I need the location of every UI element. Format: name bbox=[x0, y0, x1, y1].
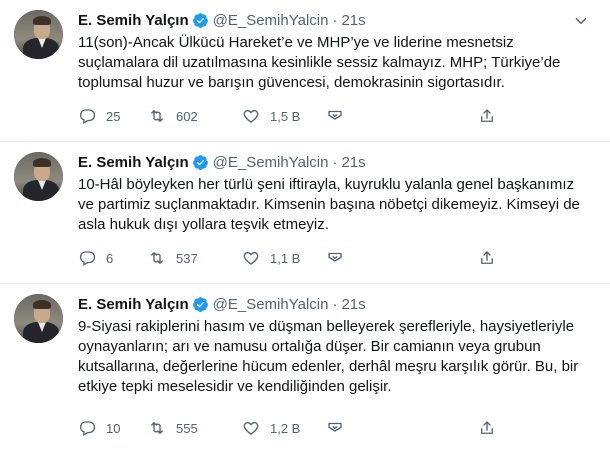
share-button[interactable] bbox=[326, 106, 344, 126]
timestamp[interactable]: 21s bbox=[341, 296, 365, 313]
tweet-feed: E. Semih Yalçın @E_SemihYalcin · 21s 11(… bbox=[0, 0, 610, 454]
reply-count: 25 bbox=[106, 108, 121, 124]
tweet[interactable]: E. Semih Yalçın @E_SemihYalcin · 21s 10-… bbox=[0, 142, 610, 284]
timestamp[interactable]: 21s bbox=[341, 154, 365, 171]
display-name[interactable]: E. Semih Yalçın bbox=[78, 12, 189, 29]
tweet[interactable]: E. Semih Yalçın @E_SemihYalcin · 21s 11(… bbox=[0, 0, 610, 142]
share-button[interactable] bbox=[326, 418, 344, 438]
retweet-icon bbox=[151, 422, 163, 434]
separator-dot: · bbox=[332, 295, 338, 313]
tweet-actions: 25 602 1,5 B bbox=[78, 106, 592, 126]
tweet-text: 11(son)-Ancak Ülkücü Hareket’e ve MHP’ye… bbox=[78, 34, 561, 91]
reply-count: 6 bbox=[106, 250, 114, 266]
reply-button[interactable]: 25 bbox=[78, 106, 120, 126]
username[interactable]: @E_SemihYalcin bbox=[213, 154, 329, 171]
tweet-header: E. Semih Yalçın @E_SemihYalcin · 21s bbox=[78, 152, 592, 172]
tweet-text: 10-Hâl böyleyken her türlü şeni iftirayl… bbox=[78, 176, 580, 233]
verified-badge-icon bbox=[192, 296, 208, 312]
retweet-button[interactable]: 602 bbox=[148, 106, 198, 126]
username[interactable]: @E_SemihYalcin bbox=[213, 296, 329, 313]
heart-icon bbox=[243, 421, 259, 435]
upload-button[interactable] bbox=[478, 106, 496, 126]
share-button[interactable] bbox=[326, 248, 344, 268]
like-count: 1,1 B bbox=[270, 250, 301, 266]
upload-button[interactable] bbox=[478, 248, 496, 268]
display-name[interactable]: E. Semih Yalçın bbox=[78, 296, 189, 313]
retweet-count: 555 bbox=[176, 420, 198, 436]
tweet-header: E. Semih Yalçın @E_SemihYalcin · 21s bbox=[78, 10, 592, 30]
reply-button[interactable]: 6 bbox=[78, 248, 113, 268]
upload-button[interactable] bbox=[478, 418, 496, 438]
reply-icon bbox=[79, 109, 96, 124]
retweet-icon bbox=[151, 110, 163, 122]
retweet-button[interactable]: 537 bbox=[148, 248, 198, 268]
retweet-count: 537 bbox=[176, 250, 198, 266]
tweet-header: E. Semih Yalçın @E_SemihYalcin · 21s bbox=[78, 294, 592, 314]
timestamp[interactable]: 21s bbox=[341, 12, 365, 29]
reply-button[interactable]: 10 bbox=[78, 418, 120, 438]
upload-icon bbox=[481, 109, 493, 122]
upload-icon bbox=[481, 421, 493, 434]
retweet-button[interactable]: 555 bbox=[148, 418, 198, 438]
like-button[interactable]: 1,5 B bbox=[242, 106, 300, 126]
tweet-actions: 6 537 1,1 B bbox=[78, 248, 592, 268]
like-count: 1,2 B bbox=[270, 420, 301, 436]
share-icon bbox=[328, 252, 342, 262]
like-button[interactable]: 1,2 B bbox=[242, 418, 300, 438]
reply-icon bbox=[79, 251, 96, 266]
separator-dot: · bbox=[332, 153, 338, 171]
tweet-actions: 10 555 1,2 B bbox=[78, 418, 592, 438]
verified-badge-icon bbox=[192, 12, 208, 28]
share-icon bbox=[328, 110, 342, 120]
like-count: 1,5 B bbox=[270, 108, 301, 124]
upload-icon bbox=[481, 251, 493, 264]
tweet-text: 9-Siyasi rakiplerini hasım ve düşman bel… bbox=[78, 318, 579, 395]
reply-icon bbox=[79, 421, 96, 436]
display-name[interactable]: E. Semih Yalçın bbox=[78, 154, 189, 171]
retweet-count: 602 bbox=[176, 108, 198, 124]
verified-badge-icon bbox=[192, 154, 208, 170]
avatar[interactable] bbox=[14, 294, 63, 343]
separator-dot: · bbox=[332, 11, 338, 29]
retweet-icon bbox=[151, 252, 163, 264]
avatar[interactable] bbox=[14, 152, 63, 201]
avatar[interactable] bbox=[14, 10, 63, 59]
share-icon bbox=[328, 422, 342, 432]
tweet[interactable]: E. Semih Yalçın @E_SemihYalcin · 21s 9-S… bbox=[0, 284, 610, 454]
username[interactable]: @E_SemihYalcin bbox=[213, 12, 329, 29]
chevron-down-icon[interactable] bbox=[572, 12, 590, 30]
reply-count: 10 bbox=[106, 420, 121, 436]
heart-icon bbox=[243, 251, 259, 265]
heart-icon bbox=[243, 109, 259, 123]
like-button[interactable]: 1,1 B bbox=[242, 248, 300, 268]
